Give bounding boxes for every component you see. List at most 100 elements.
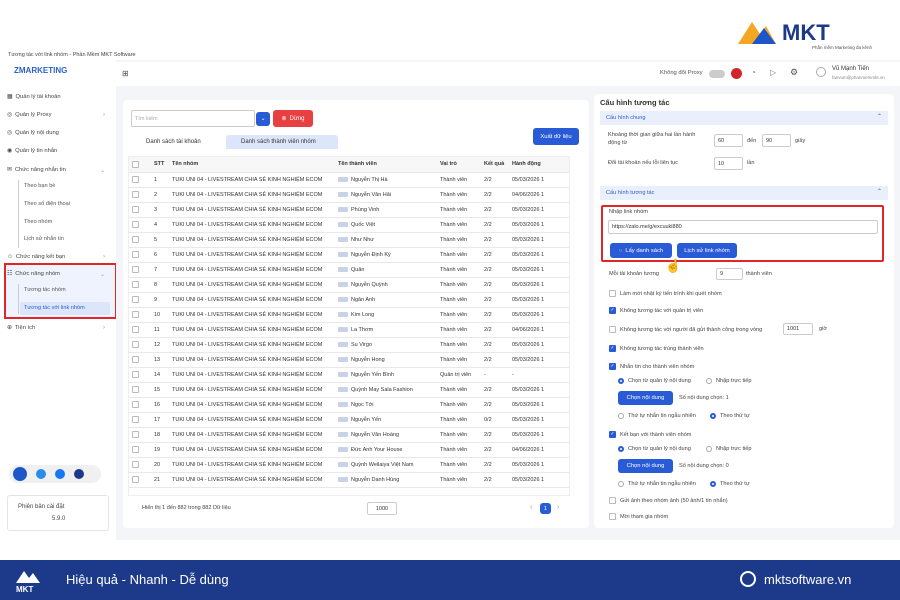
send-album-option[interactable]: Gửi ảnh theo nhóm ảnh (50 ảnh/1 tin nhắn… bbox=[609, 497, 728, 504]
tab-accounts[interactable]: Danh sách tài khoản bbox=[146, 139, 201, 145]
row-checkbox[interactable] bbox=[129, 172, 151, 188]
row-checkbox[interactable] bbox=[129, 322, 151, 338]
add-friend-option[interactable]: ✓ Kết bạn với thành viên nhóm bbox=[609, 431, 691, 438]
friend-source-direct-radio[interactable]: Nhập trực tiếp bbox=[706, 446, 751, 452]
sub-by-phone[interactable]: Theo số điện thoại bbox=[24, 201, 70, 207]
sidebar-item-proxy[interactable]: ◎ Quản lý Proxy › bbox=[7, 109, 107, 121]
row-checkbox[interactable] bbox=[129, 337, 151, 353]
friend-source-content-radio[interactable]: Chọn từ quản lý nội dung bbox=[618, 446, 691, 452]
refresh-log-option[interactable]: Làm mới nhật ký tiến trình khi quét nhóm bbox=[609, 290, 722, 297]
sidebar-item-groups[interactable]: ☷ Chức năng nhóm ⌄ bbox=[7, 268, 107, 280]
invite-group-checkbox[interactable] bbox=[609, 513, 616, 520]
table-row[interactable]: 20 TUKI UNI 04 - LIVESTREAM CHIA SẺ KINH … bbox=[129, 457, 569, 473]
skip-sent-hours-input[interactable]: 1001 bbox=[783, 323, 813, 335]
row-checkbox[interactable] bbox=[129, 247, 151, 263]
search-input[interactable]: Tìm kiếm bbox=[131, 110, 255, 127]
msg-source-content-radio[interactable]: Chọn từ quản lý nội dung bbox=[618, 378, 691, 384]
sidebar-item-utilities[interactable]: ⊕ Tiện ích › bbox=[7, 322, 107, 334]
msg-source-direct-radio[interactable]: Nhập trực tiếp bbox=[706, 378, 751, 384]
per-account-input[interactable]: 9 bbox=[716, 268, 743, 280]
messenger-icon[interactable] bbox=[36, 469, 46, 479]
facebook-icon[interactable] bbox=[55, 469, 65, 479]
friend-random-radio[interactable]: Thứ tự nhắn tin ngẫu nhiên bbox=[618, 481, 696, 487]
skip-admin-option[interactable]: ✓ Không tương tác với quản trị viên bbox=[609, 307, 703, 314]
sidebar-item-accounts[interactable]: ▦ Quản lý tài khoản bbox=[7, 91, 107, 103]
sub-by-friends[interactable]: Theo bạn bè bbox=[24, 183, 55, 189]
row-checkbox[interactable] bbox=[129, 292, 151, 308]
row-checkbox[interactable] bbox=[129, 412, 151, 428]
row-checkbox[interactable] bbox=[129, 382, 151, 398]
link-history-button[interactable]: Lịch sử link nhóm bbox=[677, 243, 737, 258]
page-size-input[interactable]: 1000 bbox=[367, 502, 397, 515]
sidebar-item-messaging[interactable]: ✉ Chức năng nhắn tin ⌄ bbox=[7, 164, 107, 176]
general-section-header[interactable]: Cấu hình chung ⌃ bbox=[600, 111, 888, 125]
row-checkbox[interactable] bbox=[129, 442, 151, 458]
table-row[interactable]: 3 TUKI UNI 04 - LIVESTREAM CHIA SẺ KINH N… bbox=[129, 202, 569, 218]
table-row[interactable]: 19 TUKI UNI 04 - LIVESTREAM CHIA SẺ KINH … bbox=[129, 442, 569, 458]
proxy-toggle[interactable] bbox=[709, 70, 725, 78]
skip-sent-checkbox[interactable] bbox=[609, 326, 616, 333]
sub-by-group[interactable]: Theo nhóm bbox=[24, 219, 52, 225]
table-row[interactable]: 12 TUKI UNI 04 - LIVESTREAM CHIA SẺ KINH … bbox=[129, 337, 569, 353]
interact-section-header[interactable]: Cấu hình tương tác ⌃ bbox=[600, 186, 888, 200]
pick-content-button-2[interactable]: Chọn nội dung bbox=[618, 459, 673, 473]
tab-group-members[interactable]: Danh sách thành viên nhóm bbox=[241, 139, 316, 145]
skip-sent-option[interactable]: Không tương tác với người đã gửi thành c… bbox=[609, 326, 762, 333]
row-checkbox[interactable] bbox=[129, 202, 151, 218]
settings-icon[interactable]: ⚙ bbox=[790, 67, 798, 78]
delay-to-input[interactable]: 90 bbox=[762, 134, 791, 147]
pick-content-button-1[interactable]: Chọn nội dung bbox=[618, 391, 673, 405]
friend-order-radio[interactable]: Theo thứ tự bbox=[710, 481, 750, 487]
sub-msg-history[interactable]: Lịch sử nhắn tin bbox=[24, 236, 64, 242]
message-members-option[interactable]: ✓ Nhắn tin cho thành viên nhóm bbox=[609, 363, 694, 370]
table-row[interactable]: 21 TUKI UNI 04 - LIVESTREAM CHIA SẺ KINH … bbox=[129, 472, 569, 488]
table-row[interactable]: 11 TUKI UNI 04 - LIVESTREAM CHIA SẺ KINH … bbox=[129, 322, 569, 338]
message-members-checkbox[interactable]: ✓ bbox=[609, 363, 616, 370]
table-row[interactable]: 4 TUKI UNI 04 - LIVESTREAM CHIA SẺ KINH N… bbox=[129, 217, 569, 233]
sub-group-interact[interactable]: Tương tác nhóm bbox=[24, 287, 66, 293]
row-checkbox[interactable] bbox=[129, 397, 151, 413]
row-checkbox[interactable] bbox=[129, 232, 151, 248]
table-row[interactable]: 18 TUKI UNI 04 - LIVESTREAM CHIA SẺ KINH … bbox=[129, 427, 569, 443]
row-checkbox[interactable] bbox=[129, 472, 151, 488]
table-row[interactable]: 8 TUKI UNI 04 - LIVESTREAM CHIA SẺ KINH N… bbox=[129, 277, 569, 293]
row-checkbox[interactable] bbox=[129, 262, 151, 278]
add-friend-checkbox[interactable]: ✓ bbox=[609, 431, 616, 438]
sidebar-item-friends[interactable]: ☺ Chức năng kết bạn › bbox=[7, 251, 107, 263]
skip-duplicate-checkbox[interactable]: ✓ bbox=[609, 345, 616, 352]
send-album-checkbox[interactable] bbox=[609, 497, 616, 504]
group-link-input[interactable]: https://zalo.me/g/excuuki880 bbox=[608, 220, 878, 234]
support-icon[interactable] bbox=[13, 467, 27, 481]
stop-button[interactable]: ⊗ Dừng bbox=[273, 110, 313, 127]
avatar[interactable] bbox=[816, 67, 826, 77]
sub-group-link-interact[interactable]: Tương tác với link nhóm bbox=[24, 305, 85, 311]
table-row[interactable]: 7 TUKI UNI 04 - LIVESTREAM CHIA SẺ KINH N… bbox=[129, 262, 569, 278]
refresh-log-checkbox[interactable] bbox=[609, 290, 616, 297]
table-row[interactable]: 1 TUKI UNI 04 - LIVESTREAM CHIA SẺ KINH N… bbox=[129, 172, 569, 188]
play-icon[interactable]: ▷ bbox=[770, 68, 776, 77]
switch-input[interactable]: 10 bbox=[714, 157, 743, 170]
skip-duplicate-option[interactable]: ✓ Không tương tác trùng thành viên bbox=[609, 345, 704, 352]
next-page-icon[interactable]: › bbox=[557, 504, 559, 511]
table-row[interactable]: 15 TUKI UNI 04 - LIVESTREAM CHIA SẺ KINH … bbox=[129, 382, 569, 398]
sidebar-item-content[interactable]: ◎ Quản lý nội dung bbox=[7, 127, 107, 139]
page-button-current[interactable]: 1 bbox=[540, 503, 551, 514]
table-row[interactable]: 10 TUKI UNI 04 - LIVESTREAM CHIA SẺ KINH … bbox=[129, 307, 569, 323]
table-row[interactable]: 14 TUKI UNI 04 - LIVESTREAM CHIA SẺ KINH … bbox=[129, 367, 569, 383]
row-checkbox[interactable] bbox=[129, 187, 151, 203]
msg-random-radio[interactable]: Thứ tự nhắn tin ngẫu nhiên bbox=[618, 413, 696, 419]
table-row[interactable]: 17 TUKI UNI 04 - LIVESTREAM CHIA SẺ KINH … bbox=[129, 412, 569, 428]
table-row[interactable]: 9 TUKI UNI 04 - LIVESTREAM CHIA SẺ KINH N… bbox=[129, 292, 569, 308]
bell-icon[interactable]: ◔ bbox=[751, 68, 756, 77]
flag-icon[interactable] bbox=[731, 68, 742, 79]
table-row[interactable]: 13 TUKI UNI 04 - LIVESTREAM CHIA SẺ KINH … bbox=[129, 352, 569, 368]
row-checkbox[interactable] bbox=[129, 427, 151, 443]
table-row[interactable]: 2 TUKI UNI 04 - LIVESTREAM CHIA SẺ KINH N… bbox=[129, 187, 569, 203]
row-checkbox[interactable] bbox=[129, 457, 151, 473]
msg-order-radio[interactable]: Theo thứ tự bbox=[710, 413, 750, 419]
invite-group-option[interactable]: Mời tham gia nhóm bbox=[609, 513, 668, 520]
dropdown-button[interactable]: ⌄ bbox=[256, 112, 270, 126]
row-checkbox[interactable] bbox=[129, 352, 151, 368]
sidebar-item-messages[interactable]: ◉ Quản lý tin nhắn bbox=[7, 145, 107, 157]
row-checkbox[interactable] bbox=[129, 307, 151, 323]
